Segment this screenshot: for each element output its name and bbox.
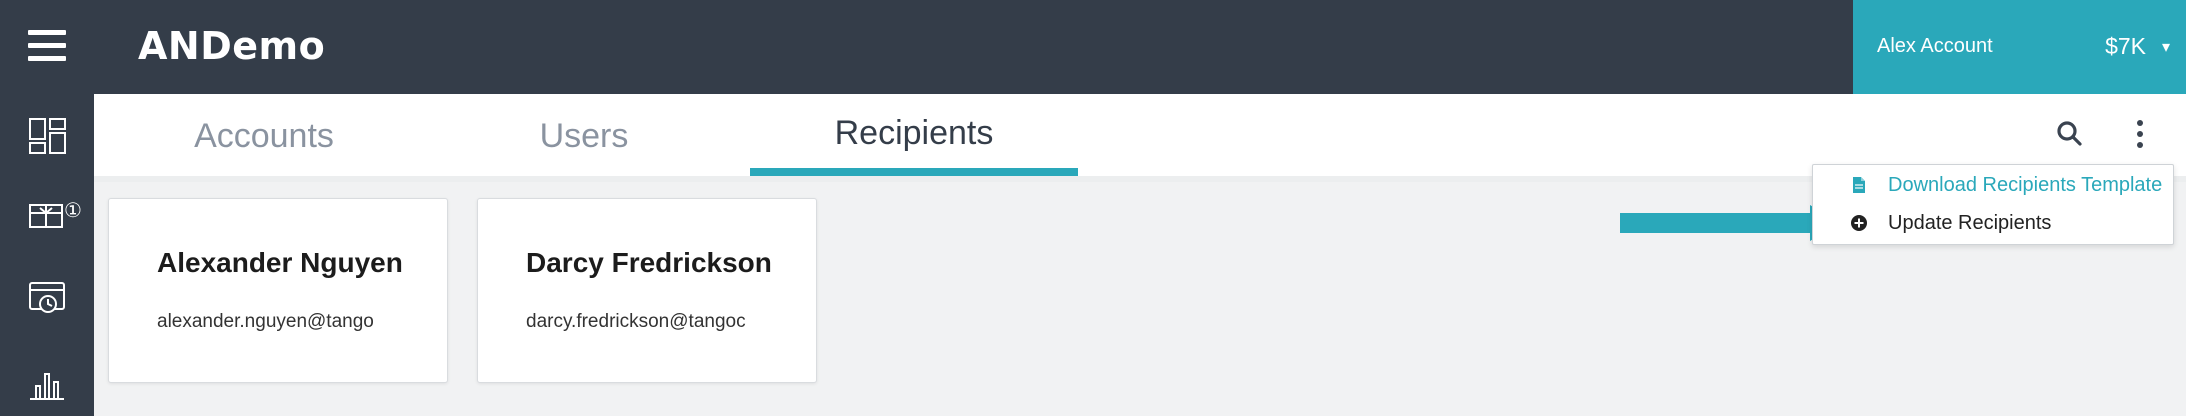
more-vertical-icon[interactable] (2122, 116, 2158, 152)
recipient-email: darcy.fredrickson@tangoc (526, 311, 746, 332)
tab-users[interactable]: Users (454, 94, 714, 178)
brand-logo[interactable]: ANDemo (138, 24, 325, 68)
account-switcher[interactable]: Alex Account $7K ▾ (1853, 0, 2186, 94)
notification-badge: ① (64, 200, 82, 222)
gift-card-icon[interactable] (28, 196, 68, 236)
recipient-name: Alexander Nguyen (157, 247, 403, 278)
scheduled-orders-icon[interactable] (28, 278, 68, 318)
caret-down-icon: ▾ (2161, 39, 2170, 56)
recipient-email: alexander.nguyen@tango (157, 311, 374, 332)
recipient-card[interactable]: Alexander Nguyen alexander.nguyen@tango (108, 198, 448, 383)
dashboard-icon[interactable] (28, 116, 68, 156)
plus-circle-icon (1851, 215, 1867, 231)
download-template-label: Download Recipients Template (1888, 174, 2163, 196)
document-icon (1853, 177, 1865, 193)
update-recipients-label: Update Recipients (1888, 212, 2052, 234)
recipient-card[interactable]: Darcy Fredrickson darcy.fredrickson@tang… (477, 198, 817, 383)
hamburger-menu-icon[interactable] (28, 30, 66, 62)
recipient-name: Darcy Fredrickson (526, 247, 772, 278)
top-bar: ANDemo Alex Account $7K ▾ (0, 0, 2186, 94)
active-tab-indicator (750, 168, 1078, 176)
account-name: Alex Account (1877, 35, 1993, 57)
app-root: ANDemo Alex Account $7K ▾ ① Accounts Use… (0, 0, 2186, 416)
annotation-arrow (1620, 205, 1840, 241)
reports-bar-chart-icon[interactable] (28, 362, 68, 402)
tab-recipients[interactable]: Recipients (750, 94, 1078, 178)
account-balance: $7K (2105, 33, 2146, 59)
search-icon[interactable] (2052, 116, 2088, 152)
tab-accounts[interactable]: Accounts (134, 94, 394, 178)
